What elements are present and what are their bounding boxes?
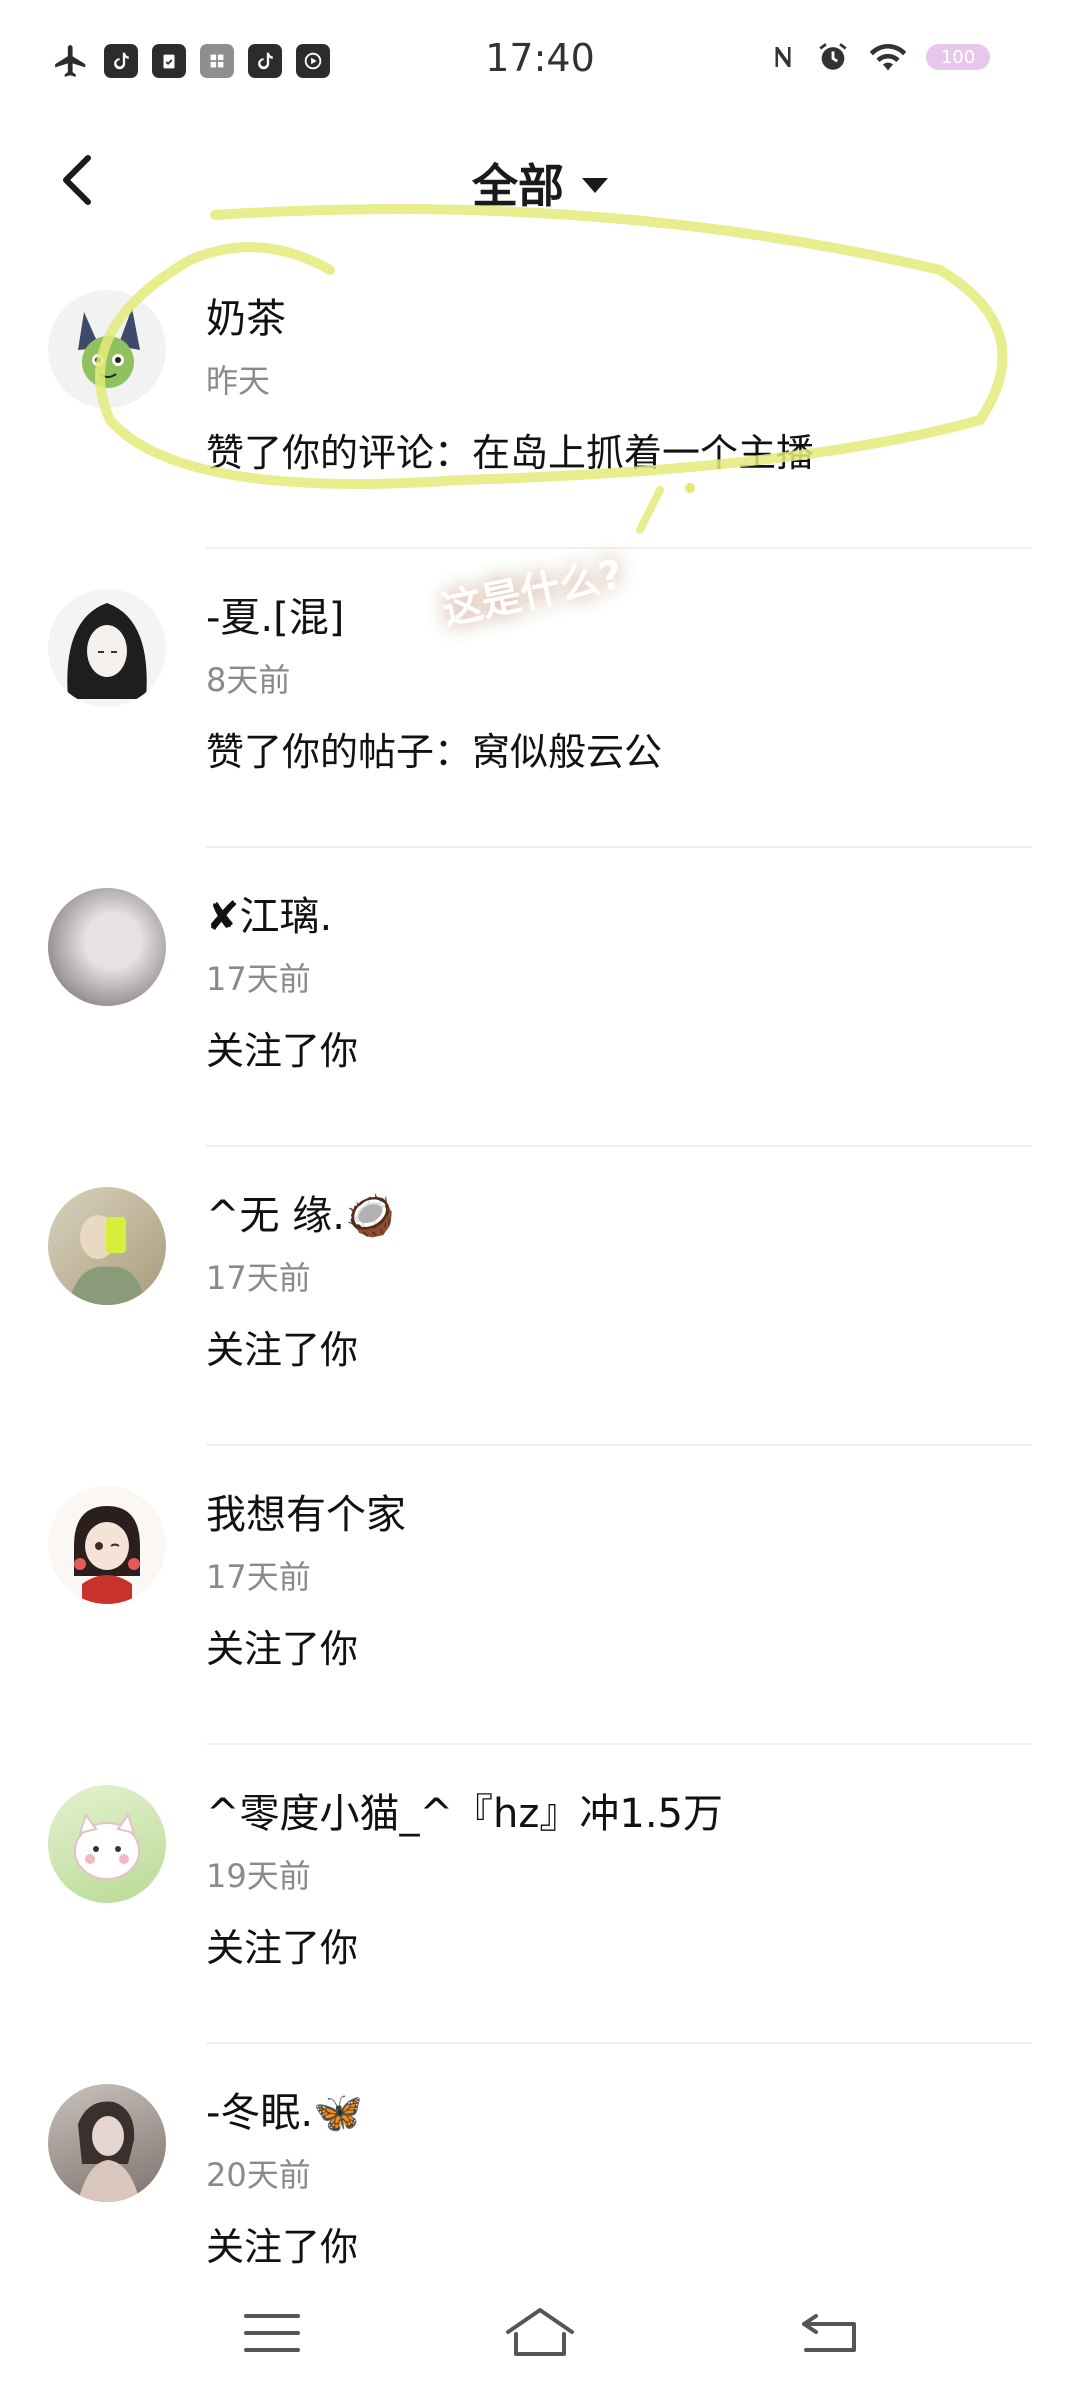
battery-indicator: 100 <box>926 44 990 70</box>
avatar[interactable] <box>48 1785 166 1903</box>
user-name: ^零度小猫_^『hz』冲1.5万 <box>206 1791 723 1837</box>
notification-text: 赞了你的评论：在岛上抓着一个主播 <box>206 431 815 475</box>
timestamp: 20天前 <box>206 2156 311 2194</box>
list-item[interactable]: ^零度小猫_^『hz』冲1.5万 19天前 关注了你 <box>0 1745 1080 2044</box>
filter-dropdown[interactable]: 全部 <box>0 150 1080 216</box>
list-item[interactable]: 我想有个家 17天前 关注了你 <box>0 1446 1080 1745</box>
menu-icon[interactable] <box>232 2298 312 2368</box>
timestamp: 17天前 <box>206 1259 311 1297</box>
timestamp: 17天前 <box>206 960 311 998</box>
timestamp: 8天前 <box>206 661 291 699</box>
user-name: -夏.[混] <box>206 595 345 641</box>
user-name: ^无 缘.🥥 <box>206 1193 395 1239</box>
header: 全部 <box>0 130 1080 230</box>
back-icon[interactable] <box>788 2298 868 2368</box>
status-icons-right: 100 <box>768 40 990 74</box>
caret-down-icon <box>582 178 608 193</box>
notification-text: 关注了你 <box>206 1627 359 1671</box>
notification-text: 关注了你 <box>206 1926 359 1970</box>
timestamp: 17天前 <box>206 1558 311 1596</box>
notification-text: 赞了你的帖子：窝似般云公 <box>206 730 663 774</box>
list-item[interactable]: ✘江璃. 17天前 关注了你 <box>0 848 1080 1147</box>
user-name: 我想有个家 <box>206 1492 406 1538</box>
user-name: 奶茶 <box>206 296 286 342</box>
list-item[interactable]: 奶茶 昨天 赞了你的评论：在岛上抓着一个主播 <box>0 250 1080 549</box>
user-name: ✘江璃. <box>206 894 333 940</box>
avatar[interactable] <box>48 290 166 408</box>
avatar[interactable] <box>48 1486 166 1604</box>
avatar[interactable] <box>48 888 166 1006</box>
notification-text: 关注了你 <box>206 1328 359 1372</box>
user-name: -冬眠.🦋 <box>206 2090 363 2136</box>
notification-text: 关注了你 <box>206 2225 359 2269</box>
avatar[interactable] <box>48 1187 166 1305</box>
timestamp: 昨天 <box>206 362 271 400</box>
avatar[interactable] <box>48 2084 166 2202</box>
system-nav-bar <box>0 2270 1080 2400</box>
page-title: 全部 <box>472 159 564 213</box>
avatar[interactable] <box>48 589 166 707</box>
home-icon[interactable] <box>500 2298 580 2368</box>
nfc-icon <box>775 47 791 67</box>
notification-text: 关注了你 <box>206 1029 359 1073</box>
status-bar: 17:40 100 <box>0 0 1080 120</box>
timestamp: 19天前 <box>206 1857 311 1895</box>
list-item[interactable]: ^无 缘.🥥 17天前 关注了你 <box>0 1147 1080 1446</box>
wifi-icon <box>869 43 907 71</box>
alarm-icon <box>819 43 847 70</box>
